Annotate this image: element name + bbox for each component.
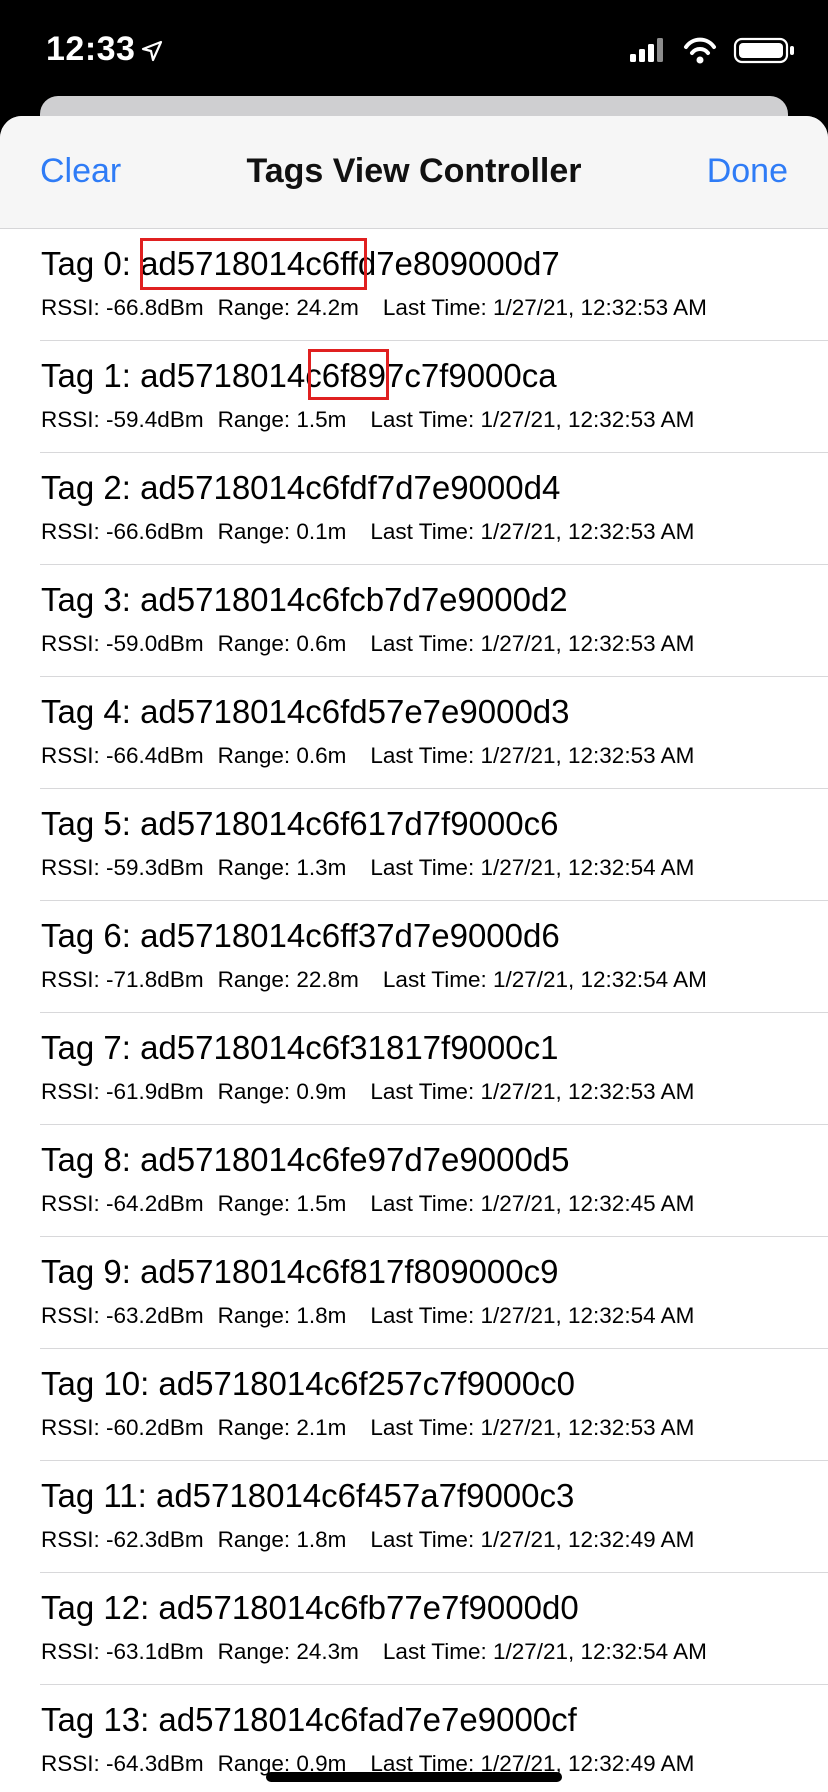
tag-last-time: Last Time: 1/27/21, 12:32:53 AM	[370, 1415, 695, 1440]
tags-sheet: Clear Tags View Controller Done Tag 0: a…	[0, 116, 828, 1792]
tag-range: Range: 24.2m	[217, 295, 359, 320]
tag-details: RSSI: -60.2dBm Range: 2.1m Last Time: 1/27…	[41, 1415, 708, 1441]
tag-rssi: RSSI: -60.2dBm	[41, 1415, 204, 1440]
tag-rssi: RSSI: -64.3dBm	[41, 1751, 204, 1776]
tag-row[interactable]: Tag 5: ad5718014c6f617d7f9000c6 RSSI: -59…	[40, 789, 828, 901]
tag-title: Tag 10: ad5718014c6f257c7f9000c0	[41, 1365, 575, 1402]
tag-title: Tag 8: ad5718014c6fe97d7e9000d5	[41, 1141, 570, 1178]
tag-last-time: Last Time: 1/27/21, 12:32:54 AM	[370, 855, 695, 880]
tag-range: Range: 0.6m	[217, 631, 347, 656]
location-arrow-icon	[141, 39, 163, 67]
tag-row[interactable]: Tag 2: ad5718014c6fdf7d7e9000d4 RSSI: -66…	[40, 453, 828, 565]
tag-row[interactable]: Tag 10: ad5718014c6f257c7f9000c0 RSSI: -6…	[40, 1349, 828, 1461]
tag-last-time: Last Time: 1/27/21, 12:32:53 AM	[370, 1079, 695, 1104]
tag-title: Tag 1: ad5718014c6f897c7f9000ca	[41, 357, 557, 394]
tag-rssi: RSSI: -59.0dBm	[41, 631, 204, 656]
tag-rssi: RSSI: -71.8dBm	[41, 967, 204, 992]
tag-last-time: Last Time: 1/27/21, 12:32:49 AM	[370, 1527, 695, 1552]
tag-title: Tag 3: ad5718014c6fcb7d7e9000d2	[41, 581, 568, 618]
tag-last-time: Last Time: 1/27/21, 12:32:54 AM	[370, 1303, 695, 1328]
signal-bars-icon	[630, 38, 663, 62]
tag-details: RSSI: -59.3dBm Range: 1.3m Last Time: 1/27…	[41, 855, 708, 881]
page-title: Tags View Controller	[246, 152, 582, 190]
tag-title: Tag 4: ad5718014c6fd57e7e9000d3	[41, 693, 570, 730]
battery-icon	[733, 37, 794, 64]
tag-title: Tag 6: ad5718014c6ff37d7e9000d6	[41, 917, 560, 954]
tag-details: RSSI: -63.2dBm Range: 1.8m Last Time: 1/27…	[41, 1303, 708, 1329]
tag-rssi: RSSI: -59.3dBm	[41, 855, 204, 880]
tag-title: Tag 13: ad5718014c6fad7e7e9000cf	[41, 1701, 577, 1738]
tag-details: RSSI: -66.4dBm Range: 0.6m Last Time: 1/27…	[41, 743, 708, 769]
tag-details: RSSI: -59.4dBm Range: 1.5m Last Time: 1/27…	[41, 407, 708, 433]
tag-last-time: Last Time: 1/27/21, 12:32:53 AM	[370, 743, 695, 768]
status-time-text: 12:33	[46, 30, 136, 68]
tag-row[interactable]: Tag 6: ad5718014c6ff37d7e9000d6 RSSI: -71…	[40, 901, 828, 1013]
tag-row[interactable]: Tag 4: ad5718014c6fd57e7e9000d3 RSSI: -66…	[40, 677, 828, 789]
tag-title: Tag 7: ad5718014c6f31817f9000c1	[41, 1029, 559, 1066]
done-button[interactable]: Done	[707, 152, 788, 191]
tag-rssi: RSSI: -61.9dBm	[41, 1079, 204, 1104]
status-time: 12:33	[46, 30, 163, 69]
tag-last-time: Last Time: 1/27/21, 12:32:53 AM	[382, 295, 707, 320]
tag-title: Tag 11: ad5718014c6f457a7f9000c3	[41, 1477, 575, 1514]
tag-title: Tag 9: ad5718014c6f817f809000c9	[41, 1253, 559, 1290]
tag-range: Range: 0.1m	[217, 519, 347, 544]
tag-details: RSSI: -62.3dBm Range: 1.8m Last Time: 1/27…	[41, 1527, 708, 1553]
tag-rssi: RSSI: -66.4dBm	[41, 743, 204, 768]
tag-range: Range: 0.6m	[217, 743, 347, 768]
tag-details: RSSI: -63.1dBm Range: 24.3m Last Time: 1/2…	[41, 1639, 721, 1665]
tag-last-time: Last Time: 1/27/21, 12:32:54 AM	[382, 967, 707, 992]
tag-rssi: RSSI: -59.4dBm	[41, 407, 204, 432]
tag-range: Range: 2.1m	[217, 1415, 347, 1440]
tag-row[interactable]: Tag 11: ad5718014c6f457a7f9000c3 RSSI: -6…	[40, 1461, 828, 1573]
tag-last-time: Last Time: 1/27/21, 12:32:53 AM	[370, 631, 695, 656]
tag-title: Tag 12: ad5718014c6fb77e7f9000d0	[41, 1589, 579, 1626]
tag-details: RSSI: -64.2dBm Range: 1.5m Last Time: 1/27…	[41, 1191, 708, 1217]
tag-rssi: RSSI: -64.2dBm	[41, 1191, 204, 1216]
tag-last-time: Last Time: 1/27/21, 12:32:45 AM	[370, 1191, 695, 1216]
navigation-bar: Clear Tags View Controller Done	[0, 116, 828, 229]
tag-range: Range: 1.8m	[217, 1303, 347, 1328]
tag-row[interactable]: Tag 3: ad5718014c6fcb7d7e9000d2 RSSI: -59…	[40, 565, 828, 677]
tag-rssi: RSSI: -63.1dBm	[41, 1639, 204, 1664]
tag-rssi: RSSI: -66.6dBm	[41, 519, 204, 544]
highlight-box-range	[308, 349, 389, 400]
tag-row[interactable]: Tag 7: ad5718014c6f31817f9000c1 RSSI: -61…	[40, 1013, 828, 1125]
status-icons	[630, 36, 798, 64]
tag-details: RSSI: -66.8dBm Range: 24.2m Last Time: 1/2…	[41, 295, 721, 321]
tag-range: Range: 1.5m	[217, 407, 347, 432]
tag-title: Tag 5: ad5718014c6f617d7f9000c6	[41, 805, 559, 842]
tag-row[interactable]: Tag 1: ad5718014c6f897c7f9000ca RSSI: -59…	[40, 341, 828, 453]
tag-range: Range: 1.3m	[217, 855, 347, 880]
tag-list[interactable]: Tag 0: ad5718014c6ffd7e809000d7 RSSI: -66…	[0, 229, 828, 1792]
highlight-box-tag-id	[140, 238, 367, 290]
wifi-icon	[684, 37, 716, 64]
tag-range: Range: 22.8m	[217, 967, 359, 992]
tag-range: Range: 1.8m	[217, 1527, 347, 1552]
tag-details: RSSI: -61.9dBm Range: 0.9m Last Time: 1/27…	[41, 1079, 708, 1105]
status-bar: 12:33	[0, 0, 828, 100]
tag-rssi: RSSI: -63.2dBm	[41, 1303, 204, 1328]
tag-range: Range: 0.9m	[217, 1079, 347, 1104]
tag-rssi: RSSI: -62.3dBm	[41, 1527, 204, 1552]
tag-row[interactable]: Tag 8: ad5718014c6fe97d7e9000d5 RSSI: -64…	[40, 1125, 828, 1237]
tag-title: Tag 2: ad5718014c6fdf7d7e9000d4	[41, 469, 561, 506]
tag-range: Range: 24.3m	[217, 1639, 359, 1664]
home-indicator	[266, 1772, 562, 1782]
tag-details: RSSI: -71.8dBm Range: 22.8m Last Time: 1/2…	[41, 967, 721, 993]
tag-details: RSSI: -59.0dBm Range: 0.6m Last Time: 1/27…	[41, 631, 708, 657]
tag-last-time: Last Time: 1/27/21, 12:32:54 AM	[382, 1639, 707, 1664]
tag-last-time: Last Time: 1/27/21, 12:32:53 AM	[370, 519, 695, 544]
tag-row[interactable]: Tag 9: ad5718014c6f817f809000c9 RSSI: -63…	[40, 1237, 828, 1349]
tag-range: Range: 1.5m	[217, 1191, 347, 1216]
tag-row[interactable]: Tag 12: ad5718014c6fb77e7f9000d0 RSSI: -6…	[40, 1573, 828, 1685]
tag-last-time: Last Time: 1/27/21, 12:32:53 AM	[370, 407, 695, 432]
tag-details: RSSI: -66.6dBm Range: 0.1m Last Time: 1/27…	[41, 519, 708, 545]
tag-rssi: RSSI: -66.8dBm	[41, 295, 204, 320]
